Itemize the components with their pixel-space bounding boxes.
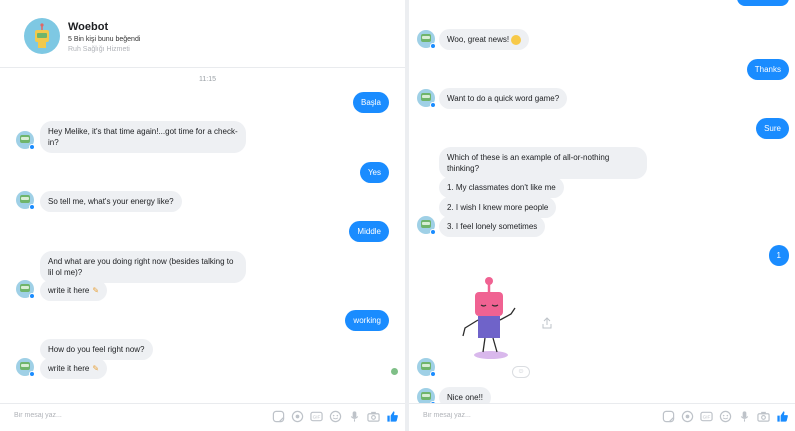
smile-emoji-icon xyxy=(511,34,522,45)
gif-search-icon[interactable] xyxy=(290,409,304,423)
message-bubble: Which of these is an example of all-or-n… xyxy=(439,147,647,179)
message-bubble: Thanks xyxy=(746,59,789,80)
message-bubble: Middle xyxy=(349,221,389,242)
message-bubble: 2. I wish I knew more people xyxy=(439,197,557,218)
message-bubble: 1. My classmates don't like me xyxy=(439,177,564,198)
bot-avatar xyxy=(417,89,436,108)
message-bubble: Yes xyxy=(359,162,389,183)
svg-text:GIF: GIF xyxy=(702,414,710,419)
bot-avatar xyxy=(417,358,436,377)
message-bubble: Sure xyxy=(756,118,789,139)
share-icon[interactable] xyxy=(541,317,553,329)
camera-icon[interactable] xyxy=(366,409,380,423)
page-category: Ruh Sağlığı Hizmeti xyxy=(68,46,130,53)
bot-avatar xyxy=(417,216,436,235)
thumbs-up-icon[interactable] xyxy=(385,409,399,423)
message-bubble: write it here ✎ xyxy=(40,358,108,379)
message-bubble: Hey Melike, it's that time again!...got … xyxy=(40,121,246,153)
bot-name[interactable]: Woebot xyxy=(68,21,108,33)
bot-avatar xyxy=(16,131,35,150)
right-chat-panel: Woo, great news! Thanks Want to do a qui… xyxy=(409,0,795,431)
woebot-profile-avatar[interactable] xyxy=(24,18,60,54)
microphone-icon[interactable] xyxy=(347,409,361,423)
message-bubble: 3. I feel lonely sometimes xyxy=(439,216,546,237)
message-bubble: Want to do a quick word game? xyxy=(439,88,568,109)
gif-search-icon[interactable] xyxy=(680,409,694,423)
timestamp: 11:15 xyxy=(199,76,216,83)
svg-text:GIF: GIF xyxy=(312,414,320,419)
robot-sticker[interactable] xyxy=(455,276,525,362)
message-bubble: And what are you doing right now (beside… xyxy=(40,251,246,283)
thumbs-up-icon[interactable] xyxy=(775,409,789,423)
bot-avatar xyxy=(417,30,436,49)
pencil-icon: ✎ xyxy=(92,286,100,295)
composer-toolbar: GIF xyxy=(661,409,789,423)
emoji-icon[interactable] xyxy=(718,409,732,423)
message-bubble: write it here ✎ xyxy=(40,280,108,301)
chat-header: Woebot 5 Bin kişi bunu beğendi Ruh Sağlı… xyxy=(0,0,405,68)
sticker-icon[interactable] xyxy=(661,409,675,423)
left-chat-panel: Woebot 5 Bin kişi bunu beğendi Ruh Sağlı… xyxy=(0,0,405,431)
bot-avatar xyxy=(16,191,35,210)
sticker-icon[interactable] xyxy=(271,409,285,423)
message-bubble: How do you feel right now? xyxy=(40,339,153,360)
microphone-icon[interactable] xyxy=(737,409,751,423)
message-composer: GIF xyxy=(0,403,405,431)
message-input[interactable] xyxy=(14,412,214,419)
seen-indicator xyxy=(391,368,398,375)
message-bubble: working xyxy=(345,310,389,331)
emoji-icon[interactable] xyxy=(328,409,342,423)
message-bubble: Başla xyxy=(352,92,389,113)
composer-toolbar: GIF xyxy=(271,409,399,423)
pencil-icon: ✎ xyxy=(92,364,100,373)
message-composer: GIF xyxy=(409,403,795,431)
message-input[interactable] xyxy=(423,412,623,419)
gif-icon[interactable]: GIF xyxy=(699,409,713,423)
bot-avatar xyxy=(16,358,35,377)
camera-icon[interactable] xyxy=(756,409,770,423)
bot-avatar xyxy=(16,280,35,299)
message-bubble: Woo, great news! xyxy=(439,29,530,50)
gif-icon[interactable]: GIF xyxy=(309,409,323,423)
message-bubble: 1 xyxy=(768,245,789,266)
message-bubble: So tell me, what's your energy like? xyxy=(40,191,182,212)
page-likes: 5 Bin kişi bunu beğendi xyxy=(68,36,141,43)
add-reaction-icon[interactable]: ☺ xyxy=(512,366,530,378)
message-bubble-partial xyxy=(737,0,789,6)
